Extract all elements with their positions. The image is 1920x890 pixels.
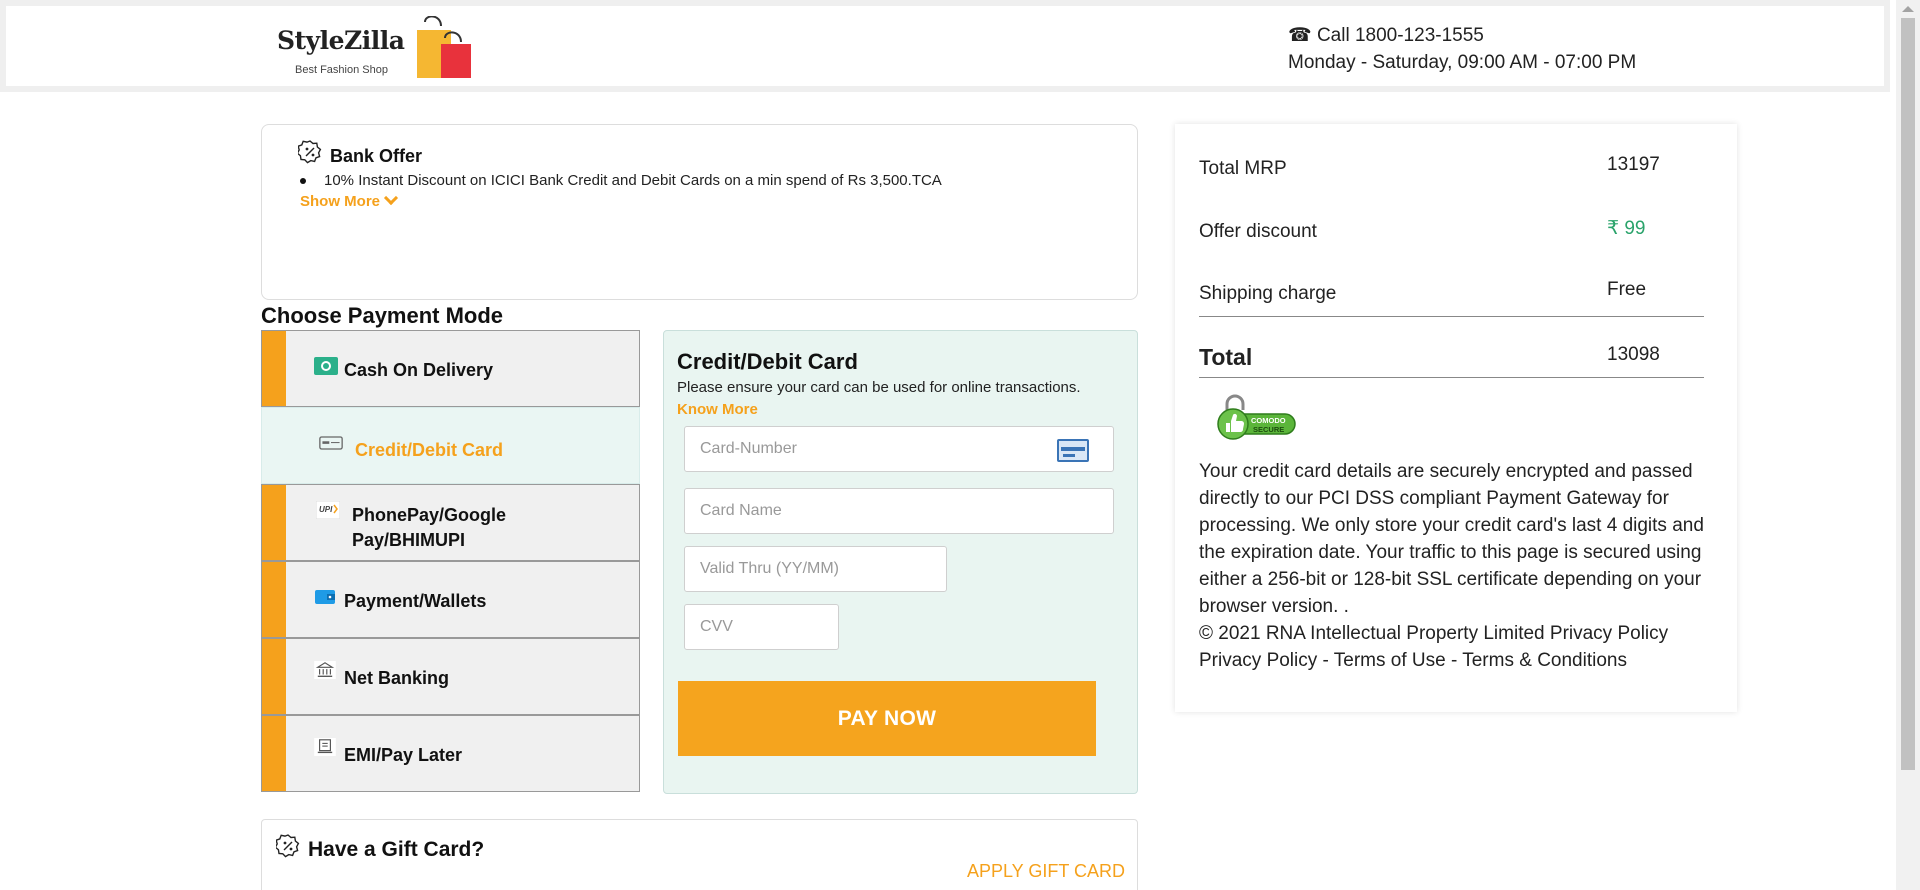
payment-mode-cod[interactable]: Cash On Delivery <box>261 330 640 407</box>
offer-discount-row: Offer discount ₹ 99 <box>1199 218 1704 243</box>
policy-links[interactable]: Privacy Policy - Terms of Use - Terms & … <box>1199 647 1729 674</box>
mode-label: Credit/Debit Card <box>355 440 504 460</box>
mode-accent-bar <box>262 639 286 714</box>
card-panel-note: Please ensure your card can be used for … <box>677 379 1081 396</box>
copyright-line[interactable]: © 2021 RNA Intellectual Property Limited… <box>1199 620 1729 647</box>
card-panel-title: Credit/Debit Card <box>677 349 858 374</box>
phone-number: Call 1800-123-1555 <box>1316 25 1484 46</box>
offer-item: 10% Instant Discount on ICICI Bank Credi… <box>300 172 942 189</box>
total-mrp-row: Total MRP 13197 <box>1199 154 1704 180</box>
logo[interactable]: StyleZilla Best Fashion Shop <box>269 16 489 80</box>
card-payment-panel: Credit/Debit Card Please ensure your car… <box>663 330 1138 794</box>
total-mrp-label: Total MRP <box>1199 158 1287 179</box>
card-number-placeholder: Card-Number <box>700 440 797 457</box>
payment-mode-netbanking[interactable]: Net Banking <box>261 638 640 715</box>
payment-mode-card[interactable]: Credit/Debit Card <box>261 407 640 484</box>
badge-text-secure: SECURE <box>1253 425 1284 434</box>
upi-icon: UPI <box>316 501 340 519</box>
footer-links: © 2021 RNA Intellectual Property Limited… <box>1199 620 1729 674</box>
total-mrp-value: 13197 <box>1607 154 1660 175</box>
mode-accent-bar <box>262 716 286 791</box>
total-value: 13098 <box>1607 344 1660 365</box>
pay-now-button[interactable]: PAY NOW <box>678 681 1096 756</box>
offer-discount-label: Offer discount <box>1199 221 1317 242</box>
cash-icon <box>314 357 338 375</box>
business-hours: Monday - Saturday, 09:00 AM - 07:00 PM <box>1288 52 1637 73</box>
cvv-placeholder: CVV <box>700 618 733 635</box>
shipping-row: Shipping charge Free <box>1199 279 1704 317</box>
shipping-label: Shipping charge <box>1199 283 1337 304</box>
scroll-up-arrow-icon[interactable] <box>1902 6 1914 12</box>
phone-icon: ☎ <box>1288 25 1312 46</box>
show-more-label: Show More <box>300 193 381 210</box>
total-label: Total <box>1199 344 1253 370</box>
mode-label: Payment/Wallets <box>344 591 487 611</box>
discount-badge-icon <box>298 140 322 164</box>
contact-info: ☎ Call 1800-123-1555 Monday - Saturday, … <box>1288 22 1636 76</box>
shopping-bags-icon <box>417 16 471 78</box>
mode-label: Cash On Delivery <box>344 360 494 380</box>
payment-mode-emi[interactable]: EMI/Pay Later <box>261 715 640 792</box>
card-name-placeholder: Card Name <box>700 502 782 519</box>
valid-thru-placeholder: Valid Thru (YY/MM) <box>700 560 839 577</box>
wallet-icon <box>315 590 335 604</box>
offer-discount-value: ₹ 99 <box>1607 218 1646 239</box>
logo-tagline: Best Fashion Shop <box>295 64 388 76</box>
mode-label: Net Banking <box>344 668 450 688</box>
mode-accent-bar <box>262 562 286 637</box>
bullet-icon <box>300 178 306 185</box>
badge-text-comodo: COMODO <box>1251 416 1286 425</box>
total-row: Total 13098 <box>1199 344 1704 378</box>
bank-offer-title: Bank Offer <box>330 146 423 166</box>
svg-text:UPI: UPI <box>319 505 333 514</box>
comodo-secure-badge: COMODO SECURE <box>1217 394 1296 440</box>
chevron-down-icon <box>383 190 399 206</box>
shipping-value: Free <box>1607 279 1647 300</box>
card-number-input[interactable]: Card-Number <box>684 426 1114 472</box>
mode-label: EMI/Pay Later <box>344 745 463 765</box>
bank-offer-panel: Bank Offer 10% Instant Discount on ICICI… <box>261 124 1138 300</box>
mode-accent-bar <box>262 485 286 560</box>
header-bar: StyleZilla Best Fashion Shop ☎ Call 1800… <box>0 0 1890 92</box>
security-notice: Your credit card details are securely en… <box>1199 461 1704 617</box>
phone-line[interactable]: ☎ Call 1800-123-1555 <box>1288 22 1636 49</box>
payment-mode-list: Cash On Delivery Credit/Debit Card UPI P… <box>261 330 640 792</box>
logo-name: StyleZilla <box>277 26 405 55</box>
page-scrollbar[interactable] <box>1896 0 1920 890</box>
card-name-input[interactable]: Card Name <box>684 488 1114 534</box>
mode-accent-bar <box>262 331 286 406</box>
show-more-link[interactable]: Show More <box>300 190 399 210</box>
emi-icon <box>314 738 336 756</box>
discount-badge-icon <box>276 834 300 858</box>
valid-thru-input[interactable]: Valid Thru (YY/MM) <box>684 546 947 592</box>
offer-text: 10% Instant Discount on ICICI Bank Credi… <box>324 172 942 189</box>
payment-mode-upi[interactable]: UPI PhonePay/Google Pay/BHIMUPI <box>261 484 640 561</box>
apply-gift-card-link[interactable]: APPLY GIFT CARD <box>967 861 1125 882</box>
gift-card-title: Have a Gift Card? <box>308 838 485 861</box>
know-more-link[interactable]: Know More <box>677 401 758 418</box>
mode-label: PhonePay/Google Pay/BHIMUPI <box>352 505 507 550</box>
choose-payment-title: Choose Payment Mode <box>261 303 504 328</box>
gift-card-panel: Have a Gift Card? APPLY GIFT CARD <box>261 819 1138 890</box>
scroll-thumb[interactable] <box>1901 18 1915 770</box>
payment-mode-wallets[interactable]: Payment/Wallets <box>261 561 640 638</box>
credit-card-icon <box>1057 439 1089 462</box>
bank-icon <box>314 661 336 679</box>
order-summary: Total MRP 13197 Offer discount ₹ 99 Ship… <box>1175 124 1737 712</box>
card-icon <box>319 436 343 450</box>
header: StyleZilla Best Fashion Shop ☎ Call 1800… <box>6 6 1884 86</box>
cvv-input[interactable]: CVV <box>684 604 839 650</box>
